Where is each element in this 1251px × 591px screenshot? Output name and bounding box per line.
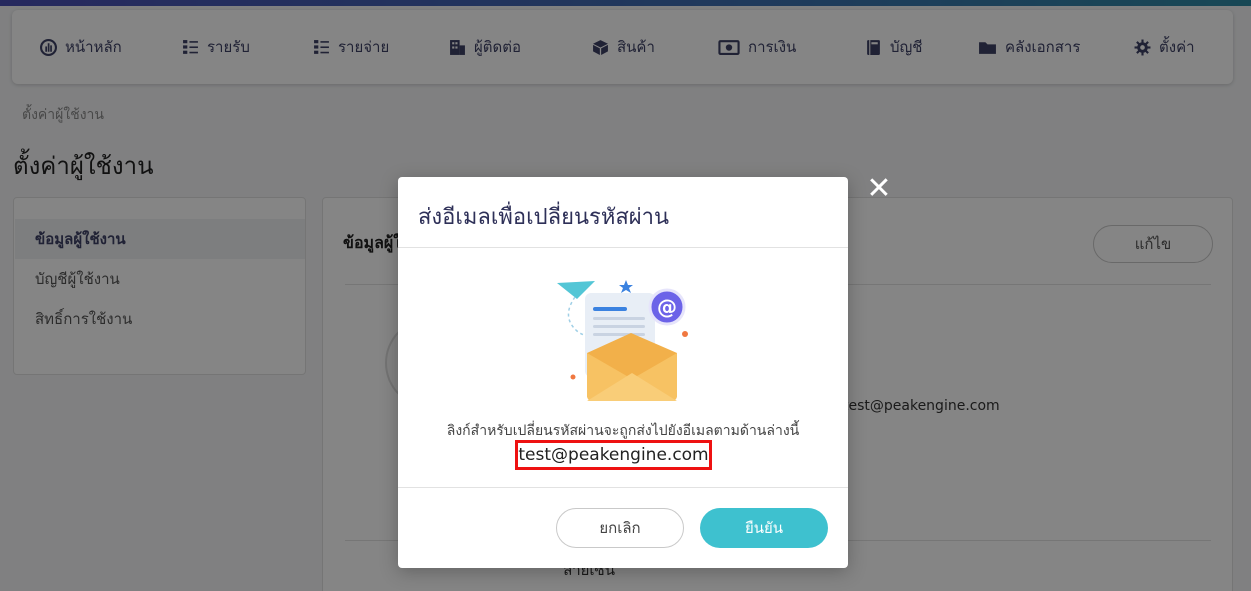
reset-password-email-modal: ส่งอีเมลเพื่อเปลี่ยนรหัสผ่าน @ ลิงก์สำหร… [398, 177, 848, 568]
modal-description: ลิงก์สำหรับเปลี่ยนรหัสผ่านจะถูกส่งไปยังอ… [446, 423, 800, 439]
close-icon[interactable]: ✕ [866, 174, 892, 204]
star-icon [619, 280, 633, 293]
confirm-button[interactable]: ยืนยัน [700, 508, 828, 548]
modal-title: ส่งอีเมลเพื่อเปลี่ยนรหัสผ่าน [418, 205, 670, 230]
divider [398, 247, 848, 248]
cancel-button[interactable]: ยกเลิก [556, 508, 684, 548]
svg-text:@: @ [657, 295, 677, 319]
target-email-highlight: test@peakengine.com [515, 440, 712, 470]
email-envelope-illustration: @ [557, 280, 688, 401]
divider [398, 487, 848, 488]
